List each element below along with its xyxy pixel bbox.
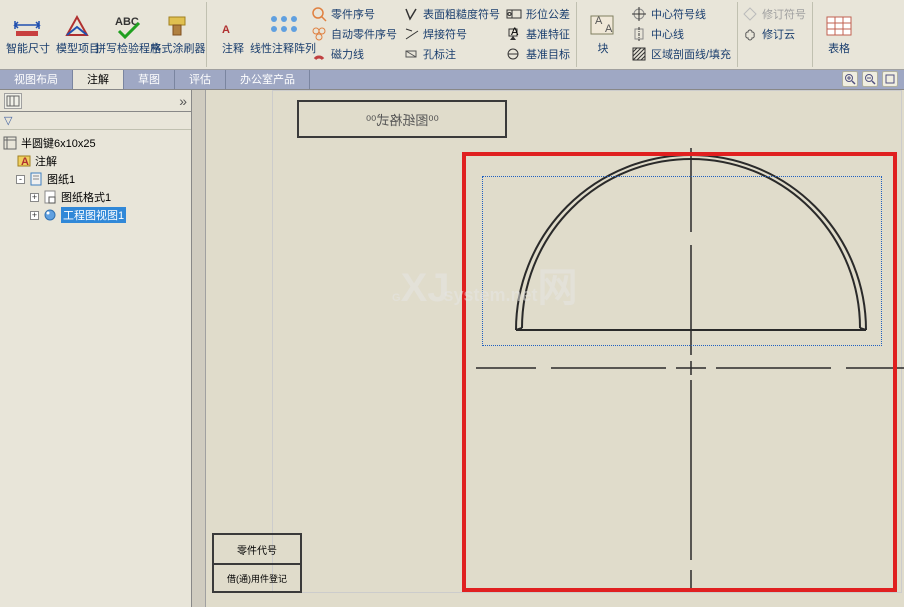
centerline-button[interactable]: 中心线 [629, 24, 733, 43]
smart-dimension-icon [11, 11, 45, 41]
sheet-format-icon [42, 189, 58, 205]
tree-root[interactable]: 半圆键6x10x25 [2, 134, 189, 152]
annotation-folder-icon: A [16, 153, 32, 169]
tree-config-icon[interactable] [4, 93, 22, 109]
tree-node-annotations[interactable]: A 注解 [2, 152, 189, 170]
tree-node-sheet[interactable]: - 图纸1 [2, 170, 189, 188]
main-area: » ▽ 半圆键6x10x25 A 注解 - 图纸1 + 图纸格式1 [0, 90, 904, 607]
tab-tools [842, 71, 898, 87]
datum-target-button[interactable]: 基准目标 [504, 45, 572, 64]
zoom-out-icon[interactable] [862, 71, 878, 87]
feature-tree: 半圆键6x10x25 A 注解 - 图纸1 + 图纸格式1 + 工程图视图1 [0, 130, 191, 228]
spell-check-icon: ABC [111, 11, 145, 41]
geo-tol-icon [506, 6, 522, 22]
drawing-view-icon [42, 207, 58, 223]
balloon-icon [311, 6, 327, 22]
ribbon: 智能尺寸 模型项目 ABC 拼写检验程序 格式涂刷器 A 注释 [0, 0, 904, 70]
svg-text:A: A [605, 23, 613, 35]
hole-callout-button[interactable]: 孔标注 [401, 45, 502, 64]
format-painter-icon [161, 11, 195, 41]
revision-symbol-button: 修订符号 [740, 4, 808, 23]
area-hatch-button[interactable]: 区域剖面线/填充 [629, 45, 733, 64]
tab-evaluate[interactable]: 评估 [175, 70, 226, 89]
tab-view-layout[interactable]: 视图布局 [0, 70, 73, 89]
drawing-icon [2, 135, 18, 151]
drawing-canvas[interactable]: ⁰⁰图纸格式⁰⁰ [192, 90, 904, 607]
revision-symbol-icon [742, 6, 758, 22]
tab-office[interactable]: 办公室产品 [226, 70, 310, 89]
area-hatch-icon [631, 46, 647, 62]
ribbon-minicol-5: 修订符号 修订云 — [740, 2, 808, 64]
geo-tol-button[interactable]: 形位公差 [504, 4, 572, 23]
note-icon: A [216, 11, 250, 41]
ribbon-group-rev: 修订符号 修订云 — [740, 2, 813, 67]
drawing-geometry [206, 90, 904, 600]
format-painter-button[interactable]: 格式涂刷器 [154, 2, 202, 64]
ribbon-minicol-1: 零件序号 自动零件序号 磁力线 [309, 2, 399, 64]
ribbon-group-dim: 智能尺寸 模型项目 ABC 拼写检验程序 格式涂刷器 [4, 2, 207, 67]
collapse-icon[interactable]: - [16, 175, 25, 184]
tree-collapse-icon[interactable]: » [179, 93, 187, 109]
svg-text:A: A [21, 156, 29, 168]
tab-annotate[interactable]: 注解 [73, 70, 124, 89]
magnetic-line-icon [311, 46, 327, 62]
block-button[interactable]: AA 块 [579, 2, 627, 64]
balloon-button[interactable]: 零件序号 [309, 4, 399, 23]
linear-pattern-icon [266, 11, 300, 41]
datum-target-icon [506, 46, 522, 62]
tables-icon [822, 11, 856, 41]
tables-button[interactable]: 表格 [815, 2, 863, 64]
center-mark-button[interactable]: 中心符号线 [629, 4, 733, 23]
centerline-icon [631, 26, 647, 42]
vertical-scrollbar[interactable] [192, 90, 206, 607]
ribbon-group-table: 表格 [815, 2, 867, 67]
center-mark-icon [631, 6, 647, 22]
datum-feature-icon: A [506, 26, 522, 42]
auto-balloon-icon [311, 26, 327, 42]
smart-dimension-button[interactable]: 智能尺寸 [4, 2, 52, 64]
datum-feature-button[interactable]: A基准特征 [504, 24, 572, 43]
tree-node-sheet-format[interactable]: + 图纸格式1 [2, 188, 189, 206]
ribbon-minicol-4: 中心符号线 中心线 区域剖面线/填充 [629, 2, 733, 64]
ribbon-minicol-3: 形位公差 A基准特征 基准目标 [504, 2, 572, 64]
zoom-in-icon[interactable] [842, 71, 858, 87]
ribbon-minicol-2: 表面粗糙度符号 焊接符号 孔标注 [401, 2, 502, 64]
view-settings-icon[interactable] [882, 71, 898, 87]
expand-icon[interactable]: + [30, 211, 39, 220]
linear-pattern-button[interactable]: 线性注释阵列 [259, 2, 307, 64]
svg-text:A: A [511, 26, 519, 38]
auto-balloon-button[interactable]: 自动零件序号 [309, 24, 399, 43]
ribbon-group-block: AA 块 中心符号线 中心线 区域剖面线/填充 [579, 2, 738, 67]
tab-sketch[interactable]: 草图 [124, 70, 175, 89]
weld-symbol-button[interactable]: 焊接符号 [401, 24, 502, 43]
magnetic-line-button[interactable]: 磁力线 [309, 45, 399, 64]
hole-callout-icon [403, 46, 419, 62]
model-items-icon [61, 11, 95, 41]
ribbon-group-annot: A 注释 线性注释阵列 零件序号 自动零件序号 磁力线 表面粗糙度符号 焊接符号… [209, 2, 577, 67]
revision-cloud-icon [742, 26, 758, 42]
surface-finish-icon [403, 6, 419, 22]
spell-check-button[interactable]: ABC 拼写检验程序 [104, 2, 152, 64]
feature-tree-panel: » ▽ 半圆键6x10x25 A 注解 - 图纸1 + 图纸格式1 [0, 90, 192, 607]
tree-node-drawing-view[interactable]: + 工程图视图1 [2, 206, 189, 224]
svg-text:A: A [222, 24, 230, 36]
revision-cloud-button[interactable]: 修订云 [740, 24, 808, 43]
block-icon: AA [586, 11, 620, 41]
surface-finish-button[interactable]: 表面粗糙度符号 [401, 4, 502, 23]
tree-filter-row[interactable]: ▽ [0, 112, 191, 130]
weld-symbol-icon [403, 26, 419, 42]
filter-icon: ▽ [4, 114, 12, 127]
svg-text:A: A [595, 15, 603, 27]
sheet-icon [28, 171, 44, 187]
expand-icon[interactable]: + [30, 193, 39, 202]
tree-toolbar: » [0, 90, 191, 112]
command-tabs: 视图布局 注解 草图 评估 办公室产品 [0, 70, 904, 90]
